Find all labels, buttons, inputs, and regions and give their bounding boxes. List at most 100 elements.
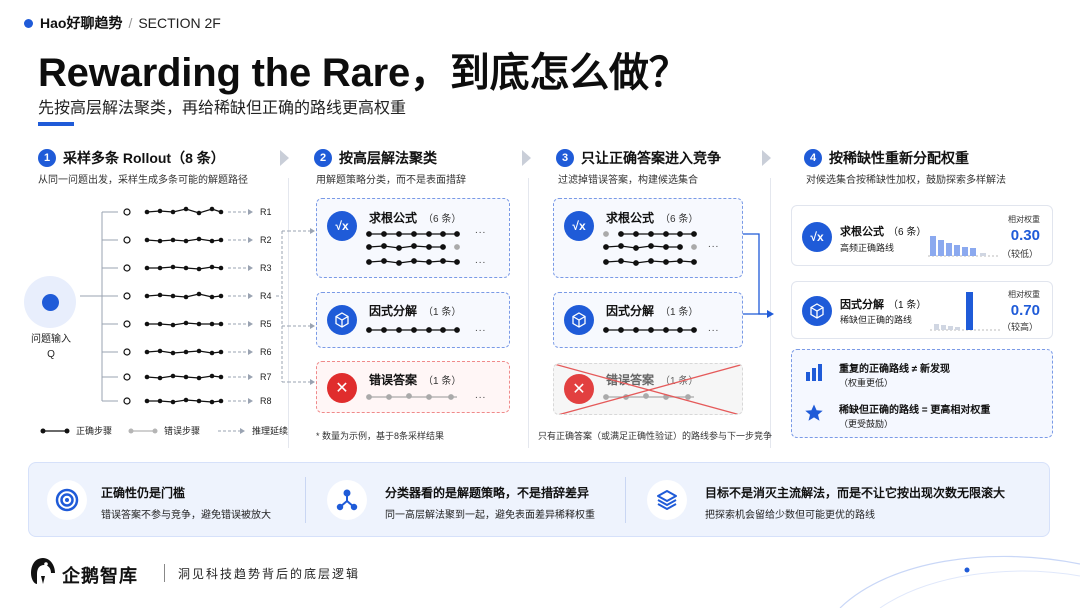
- rollout-step-node: [183, 349, 189, 355]
- rollout-step-node: [170, 209, 176, 215]
- step-title: 按高层解法聚类: [339, 150, 437, 166]
- candidate-formula: √x 求根公式 （6 条） ...: [553, 198, 743, 278]
- rollout-start-node: [123, 397, 131, 405]
- rollout-step-node: [157, 321, 163, 327]
- rollout-label: R3: [260, 263, 272, 273]
- wrong-step-legend-icon: [128, 428, 158, 433]
- more-indicator: ...: [708, 239, 720, 250]
- cluster-name: 求根公式 （6 条）: [369, 209, 461, 226]
- rollout-step-node: [196, 375, 202, 381]
- step-3-header: 3 只让正确答案进入竞争: [556, 148, 721, 168]
- insight-title: 正确性仍是门槛: [101, 486, 186, 500]
- cluster-name: 求根公式 （6 条）: [606, 209, 698, 226]
- insight-title: 分类器看的是解题策略，不是措辞差异: [385, 486, 590, 500]
- arrow-right-icon: [248, 398, 253, 404]
- rollout-start-node: [123, 348, 131, 356]
- cluster-paths: [366, 231, 460, 266]
- weight-label: 相对权重: [1008, 290, 1040, 299]
- weight-card-title: 求根公式: [840, 226, 884, 238]
- arrow-right-icon: [248, 321, 253, 327]
- rollout-step-node: [144, 374, 150, 380]
- rollout-step-node: [170, 237, 176, 243]
- arrow-right-icon: [248, 265, 253, 271]
- rollout-step-node: [157, 398, 163, 404]
- step-2-desc: 用解题策略分类，而不是表面措辞: [316, 175, 466, 186]
- insight-item: 分类器看的是解题策略，不是措辞差异 同一高层解法聚到一起，避免表面差异稀释权重: [305, 463, 625, 538]
- rollout-step-node: [170, 350, 176, 356]
- layers-icon: [647, 480, 687, 520]
- rollout-step-node: [183, 265, 189, 271]
- candidate-factoring: 因式分解 （1 条） ...: [553, 292, 743, 348]
- weight-card-name: 求根公式 （6 条）: [840, 223, 926, 239]
- rollout-step-node: [218, 265, 224, 271]
- rollout-start-node: [123, 264, 131, 272]
- arrow-right-icon: [248, 374, 253, 380]
- step-2-header: 2 按高层解法聚类: [314, 148, 437, 168]
- rollout-step-node: [157, 265, 163, 271]
- step-1-header: 1 采样多条 Rollout（8 条）: [38, 148, 225, 168]
- rollout-step-node: [209, 399, 215, 405]
- header-breadcrumb: Hao好聊趋势 / SECTION 2F: [40, 13, 221, 33]
- rollout-step-node: [196, 321, 202, 327]
- cluster-paths: [603, 327, 697, 333]
- rollout-start-node: [123, 208, 131, 216]
- rollout-step-node: [170, 293, 176, 299]
- rollout-label: R5: [260, 319, 272, 329]
- rollout-step-node: [209, 294, 215, 300]
- more-indicator: ...: [475, 225, 487, 236]
- cluster-count: （1 条）: [423, 307, 462, 318]
- rollout-step-node: [144, 237, 150, 243]
- cluster-title: 因式分解: [606, 304, 655, 318]
- cluster-title: 因式分解: [369, 304, 418, 318]
- arrow-right-icon: [248, 293, 253, 299]
- cluster-connectors: [288, 228, 315, 385]
- rollout-step-node: [183, 238, 189, 244]
- rollout-step-node: [144, 293, 150, 299]
- rollout-step-node: [170, 373, 176, 379]
- legend-correct: 正确步骤: [76, 426, 113, 436]
- more-indicator: ...: [475, 323, 487, 334]
- insight-desc: 错误答案不参与竞争，避免错误被放大: [101, 510, 271, 521]
- decorative-arc: [839, 555, 1080, 608]
- step-4-desc: 对候选集合按稀缺性加权，鼓励探索多样解法: [806, 175, 1006, 186]
- rollout-step-node: [144, 321, 150, 327]
- cluster-wrong-answer: ✕ 错误答案 （1 条） ...: [316, 361, 510, 413]
- rollout-step-node: [218, 398, 224, 404]
- legend-wrong: 错误步骤: [164, 426, 201, 436]
- weight-value: 0.30: [1010, 227, 1040, 244]
- sqrt-icon: √x: [564, 211, 594, 241]
- insight-title: 目标不是消灭主流解法，而是不让它按出现次数无限滚大: [705, 486, 1006, 500]
- rollout-step-node: [209, 206, 215, 212]
- strike-cross-icon: [554, 364, 742, 414]
- candidate-wrong-filtered: ✕ 错误答案（1 条）: [553, 363, 743, 415]
- more-indicator: ...: [708, 323, 720, 334]
- legend-deduce: 推理延续: [252, 426, 289, 436]
- rollout-step-node: [144, 398, 150, 404]
- cluster-factoring: 因式分解 （1 条） ...: [316, 292, 510, 348]
- rollout-paths-diagram: [80, 206, 290, 405]
- weight-card-name: 因式分解 （1 条）: [840, 296, 926, 312]
- path-legend: 正确步骤 错误步骤 推理延续: [40, 424, 288, 437]
- rollout-step-node: [218, 237, 224, 243]
- rollout-step-node: [209, 321, 215, 327]
- weight-card-title: 因式分解: [840, 299, 884, 311]
- step-number: 4: [804, 149, 822, 167]
- cluster-paths: [603, 231, 697, 266]
- rollout-step-node: [170, 399, 176, 405]
- bar-chart-icon: [806, 364, 822, 381]
- step-number: 2: [314, 149, 332, 167]
- rollout-step-node: [209, 238, 215, 244]
- cube-icon: [564, 305, 594, 335]
- step-3-desc: 过滤掉错误答案，构建候选集合: [558, 175, 698, 186]
- rollout-step-node: [196, 210, 202, 216]
- penguin-logo-icon: [31, 558, 55, 584]
- rollout-start-node: [123, 236, 131, 244]
- rollout-label: R6: [260, 347, 272, 357]
- step-number: 1: [38, 149, 56, 167]
- step-1-desc: 从同一问题出发，采样生成多条可能的解题路径: [38, 175, 248, 186]
- weight-bar-chart: [930, 292, 1000, 331]
- cluster-name: 错误答案 （1 条）: [369, 371, 461, 388]
- footer-separator: [164, 564, 165, 582]
- error-icon: ✕: [327, 373, 357, 403]
- rollout-step-node: [170, 322, 176, 328]
